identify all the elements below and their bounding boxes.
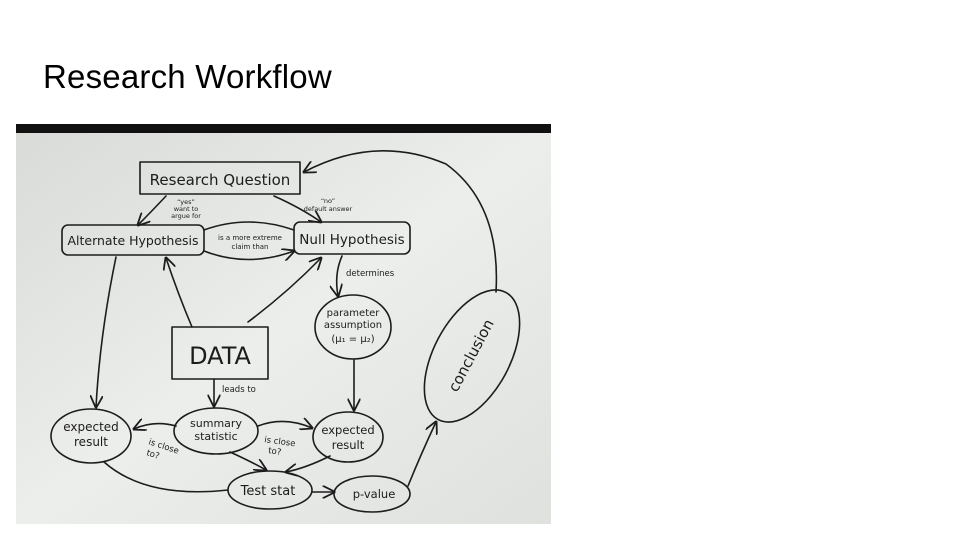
- research-question-label: Research Question: [150, 171, 291, 189]
- expected-result-right-label-1: expected: [321, 423, 374, 437]
- determines-label: determines: [346, 269, 395, 279]
- whiteboard-surface: [16, 133, 551, 524]
- whiteboard-photo: Research Question Alternate Hypothesis N…: [16, 124, 551, 524]
- more-extreme-label-2: claim than: [232, 243, 269, 251]
- leads-to-label: leads to: [222, 385, 256, 395]
- expected-result-right-label-2: result: [332, 438, 365, 452]
- expected-result-left-label-2: result: [74, 435, 108, 449]
- parameter-assumption-label-3: (μ₁ = μ₂): [331, 334, 374, 345]
- parameter-assumption-label-1: parameter: [327, 308, 381, 319]
- yes-label-3: argue for: [171, 212, 201, 220]
- slide-title: Research Workflow: [43, 58, 332, 95]
- workflow-diagram: Research Question Alternate Hypothesis N…: [16, 124, 551, 524]
- is-close-to-right-label-2: to?: [268, 446, 282, 458]
- summary-statistic-label-2: statistic: [194, 430, 237, 443]
- no-label-1: “no”: [321, 197, 335, 205]
- parameter-assumption-label-2: assumption: [324, 320, 382, 331]
- p-value-label: p-value: [353, 487, 396, 501]
- summary-statistic-label-1: summary: [190, 417, 242, 430]
- null-hypothesis-label: Null Hypothesis: [299, 232, 404, 248]
- expected-result-left-label-1: expected: [63, 420, 119, 434]
- more-extreme-label-1: is a more extreme: [218, 234, 282, 242]
- test-stat-label: Test stat: [240, 484, 296, 499]
- alternate-hypothesis-label: Alternate Hypothesis: [67, 233, 198, 248]
- no-label-2: default answer: [304, 205, 353, 213]
- data-label: DATA: [189, 342, 251, 370]
